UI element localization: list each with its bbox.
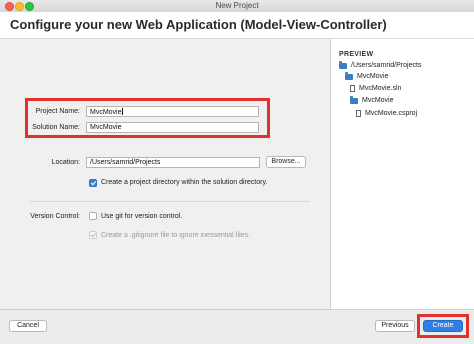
page-header: Configure your new Web Application (Mode… <box>0 12 474 39</box>
file-icon <box>350 85 355 92</box>
gitignore-label: Create a .gitignore file to ignore iness… <box>101 232 251 239</box>
use-git-label: Use git for version control. <box>101 213 183 220</box>
solution-name-label: Solution Name: <box>32 124 80 131</box>
folder-icon <box>339 61 347 69</box>
create-directory-checkbox[interactable] <box>89 179 97 187</box>
previous-button[interactable]: Previous <box>375 320 415 332</box>
preview-tree-item: /Users/samrid/Projects <box>339 61 421 69</box>
solution-name-input[interactable]: MvcMovie <box>86 122 259 133</box>
create-button[interactable]: Create <box>423 320 463 332</box>
window-title: New Project <box>215 1 259 10</box>
preview-tree-item: MvcMovie.sln <box>350 85 401 92</box>
page-title: Configure your new Web Application (Mode… <box>10 17 387 32</box>
configuration-form-panel: Project Name: MvcMovie Solution Name: Mv… <box>0 39 330 309</box>
project-name-input[interactable]: MvcMovie <box>86 106 259 117</box>
gitignore-checkbox <box>89 231 97 239</box>
create-directory-label: Create a project directory within the so… <box>101 179 268 186</box>
preview-tree-item: MvcMovie <box>350 96 394 104</box>
section-divider <box>30 201 310 202</box>
preview-tree-item: MvcMovie.csproj <box>356 110 417 117</box>
project-name-label: Project Name: <box>35 108 80 115</box>
preview-panel: PREVIEW /Users/samrid/Projects MvcMovie … <box>330 39 474 309</box>
preview-title: PREVIEW <box>339 51 374 58</box>
file-icon <box>356 110 361 117</box>
version-control-label: Version Control: <box>30 213 80 220</box>
use-git-checkbox[interactable] <box>89 212 97 220</box>
folder-icon <box>350 96 358 104</box>
browse-button[interactable]: Browse... <box>266 156 306 168</box>
preview-tree-item: MvcMovie <box>345 72 389 80</box>
location-input[interactable]: /Users/samrid/Projects <box>86 157 260 168</box>
location-label: Location: <box>51 159 80 166</box>
folder-icon <box>345 72 353 80</box>
cancel-button[interactable]: Cancel <box>9 320 47 332</box>
dialog-footer: Cancel Previous Create <box>0 309 474 344</box>
